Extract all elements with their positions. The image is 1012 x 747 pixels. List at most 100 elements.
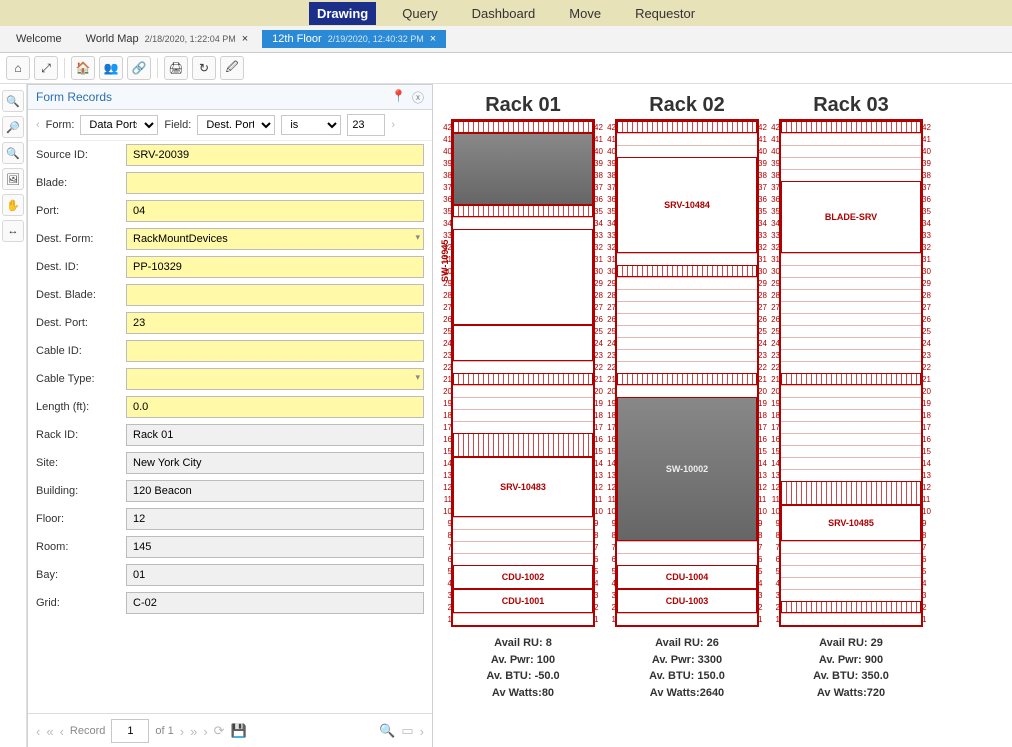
last-record-icon[interactable]: › [203,724,207,739]
field-input[interactable] [126,200,424,222]
dropdown-caret-icon[interactable]: ▾ [415,372,420,383]
rack-device[interactable] [781,601,921,613]
rack-column: Rack 01424241414040393938383737363635353… [451,94,595,701]
rack-device[interactable]: CDU-1004 [617,565,757,589]
sidetool-btn[interactable]: 🔎 [2,116,24,138]
field-input[interactable] [126,452,424,474]
rack-frame[interactable]: 4242414140403939383837373636353534343333… [451,119,595,627]
field-label: Rack ID: [36,429,120,441]
rack-device[interactable] [453,205,593,217]
rack-device[interactable]: CDU-1002 [453,565,593,589]
field-input[interactable] [126,256,424,278]
rack-device[interactable] [453,373,593,385]
field-input[interactable] [126,172,424,194]
form-row: Rack ID: [28,421,432,449]
expand-icon[interactable]: › [420,724,424,739]
form-records-panel: Form Records 📍 ⓧ ‹ Form: Data Ports Fiel… [27,84,433,747]
toolbar-btn[interactable]: 🔗 [127,56,151,80]
field-label: Room: [36,541,120,553]
toolbar-btn[interactable]: 🖨 [164,56,188,80]
first-record-icon[interactable]: ‹ [36,724,40,739]
sidetool-btn[interactable]: ↔ [2,220,24,242]
rack-device[interactable] [453,325,593,361]
field-input[interactable] [126,480,424,502]
refresh-icon[interactable]: ⟳ [214,723,225,739]
prev-record-icon[interactable]: ‹ [60,724,64,739]
rack-device[interactable] [617,121,757,133]
doctab-12th-floor[interactable]: 12th Floor2/19/2020, 12:40:32 PM× [262,30,446,48]
rack-device[interactable]: CDU-1003 [617,589,757,613]
rack-device[interactable]: SRV-10483 [453,457,593,517]
field-input[interactable] [126,424,424,446]
field-input[interactable] [126,312,424,334]
pin-icon[interactable]: 📍 [391,89,406,106]
form-select[interactable]: Data Ports [80,115,158,135]
sidetool-btn[interactable]: 🔍 [2,90,24,112]
side-toolbar: 🔍 🔎 🔍 🖼 ✋ ↔ [0,84,27,747]
form-label: Form: [46,119,75,131]
sidetool-btn[interactable]: ✋ [2,194,24,216]
zoom-tool-icon[interactable]: 🔍 [379,723,395,739]
nav-requestor[interactable]: Requestor [627,2,703,25]
dropdown-caret-icon[interactable]: ▾ [415,232,420,243]
toolbar-btn[interactable]: 👥 [99,56,123,80]
field-input[interactable] [126,228,424,250]
field-input[interactable] [126,564,424,586]
prev-page-icon[interactable]: « [46,724,53,739]
rack-device[interactable]: CDU-1001 [453,589,593,613]
rack-frame[interactable]: 4242414140403939383837373636353534343333… [615,119,759,627]
toolbar-btn[interactable]: ↻ [192,56,216,80]
rack-device[interactable]: SRV-10485 [781,505,921,541]
nav-drawing[interactable]: Drawing [309,2,376,25]
filter-next-icon[interactable]: › [391,119,395,131]
toolbar-btn[interactable]: ⌂ [6,56,30,80]
nav-query[interactable]: Query [394,2,445,25]
rack-device[interactable] [453,121,593,133]
close-tab-icon[interactable]: × [242,33,248,45]
toolbar-btn[interactable]: 🏠 [71,56,95,80]
filter-value-input[interactable] [347,114,385,136]
close-tab-icon[interactable]: × [430,33,436,45]
field-input[interactable] [126,508,424,530]
rack-device[interactable] [617,373,757,385]
op-select[interactable]: is [281,115,341,135]
field-input[interactable] [126,368,424,390]
rack-device[interactable] [781,481,921,505]
rack-device[interactable]: SW-10002 [617,397,757,541]
save-icon[interactable]: 💾 [231,723,247,739]
rack-device[interactable]: SRV-10484 [617,157,757,253]
toolbar-btn[interactable]: 🖉 [220,56,244,80]
nav-move[interactable]: Move [561,2,609,25]
doctab-welcome[interactable]: Welcome [6,30,72,48]
record-page-input[interactable] [111,719,149,743]
form-row: Length (ft): [28,393,432,421]
field-input[interactable] [126,340,424,362]
sidetool-btn[interactable]: 🖼 [2,168,24,190]
toolbar-btn[interactable]: ⤢ [34,56,58,80]
field-input[interactable] [126,536,424,558]
select-tool-icon[interactable]: ▭ [401,723,413,739]
rack-device[interactable]: BLADE-SRV [781,181,921,253]
rack-device[interactable] [781,121,921,133]
rack-device[interactable] [453,133,593,205]
rack-device[interactable] [453,433,593,457]
field-input[interactable] [126,284,424,306]
rack-device[interactable] [617,265,757,277]
doctab-world-map[interactable]: World Map2/18/2020, 1:22:04 PM× [76,30,259,48]
next-record-icon[interactable]: › [180,724,184,739]
form-row: Grid: [28,589,432,617]
rack-frame[interactable]: 4242414140403939383837373636353534343333… [779,119,923,627]
rack-device[interactable] [453,229,593,325]
field-select[interactable]: Dest. Port [197,115,275,135]
nav-dashboard[interactable]: Dashboard [464,2,544,25]
drawing-canvas[interactable]: Rack 01424241414040393938383737363635353… [433,84,1012,747]
close-panel-icon[interactable]: ⓧ [412,89,424,106]
next-page-icon[interactable]: » [190,724,197,739]
rack-device[interactable] [781,373,921,385]
sidetool-btn[interactable]: 🔍 [2,142,24,164]
field-input[interactable] [126,144,424,166]
field-input[interactable] [126,396,424,418]
form-row: Bay: [28,561,432,589]
field-input[interactable] [126,592,424,614]
filter-prev-icon[interactable]: ‹ [36,119,40,131]
